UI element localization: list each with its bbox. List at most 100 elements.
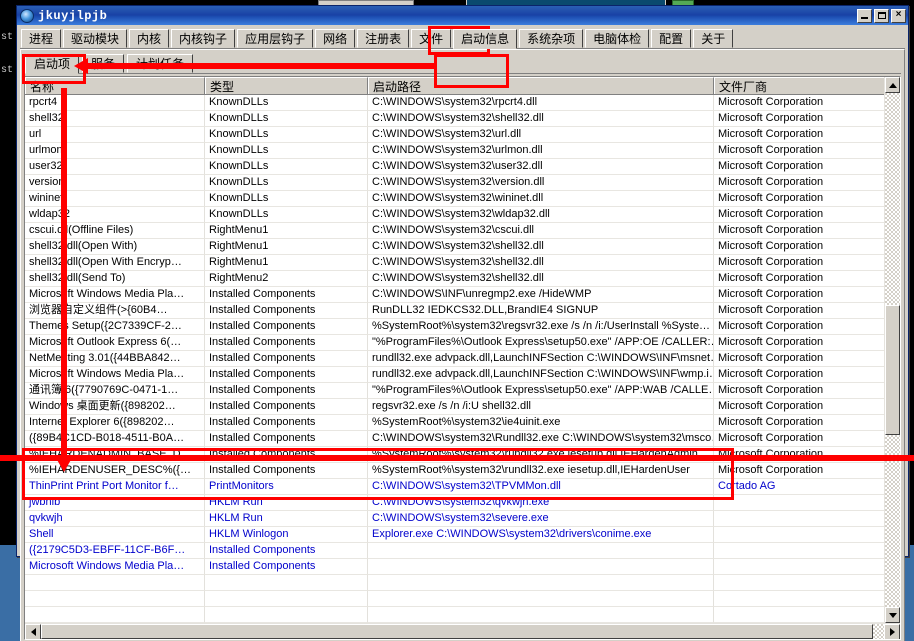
table-row[interactable]: jwbnlbHKLM RunC:\WINDOWS\system32\qvkwjh…	[25, 495, 884, 511]
subtab-0[interactable]: 启动项	[25, 54, 79, 74]
table-row[interactable]: NetMeeting 3.01({44BBA842…Installed Comp…	[25, 351, 884, 367]
subtab-1[interactable]: 服务	[82, 54, 124, 73]
tab-label: 电脑体检	[593, 33, 641, 45]
cell-path: C:\WINDOWS\system32\url.dll	[368, 127, 714, 143]
cell-empty	[25, 591, 205, 607]
table-row[interactable]: %IEHARDENUSER_DESC%({…Installed Componen…	[25, 463, 884, 479]
table-row[interactable]: Internet Explorer 6({898202…Installed Co…	[25, 415, 884, 431]
table-row[interactable]: qvkwjhHKLM RunC:\WINDOWS\system32\severe…	[25, 511, 884, 527]
table-row[interactable]: Microsoft Windows Media Pla…Installed Co…	[25, 287, 884, 303]
table-row[interactable]: 通讯簿 6({7790769C-0471-1…Installed Compone…	[25, 383, 884, 399]
cell-name: ThinPrint Print Port Monitor f…	[25, 479, 205, 495]
table-row[interactable]: Microsoft Windows Media Pla…Installed Co…	[25, 559, 884, 575]
tab-label: 配置	[659, 33, 683, 45]
vertical-scrollbar[interactable]	[884, 77, 900, 623]
subtab-2[interactable]: 计划任务	[127, 54, 193, 73]
desktop-text-2: st	[1, 65, 13, 76]
scroll-up-button[interactable]	[885, 77, 900, 93]
cell-name: rpcrt4	[25, 95, 205, 111]
cell-path: C:\WINDOWS\system32\urlmon.dll	[368, 143, 714, 159]
horizontal-scroll-thumb[interactable]	[41, 624, 873, 639]
table-row[interactable]: user32KnownDLLsC:\WINDOWS\system32\user3…	[25, 159, 884, 175]
cell-name: cscui.dll(Offline Files)	[25, 223, 205, 239]
cell-name: Microsoft Windows Media Pla…	[25, 287, 205, 303]
table-row[interactable]: cscui.dll(Offline Files)RightMenu1C:\WIN…	[25, 223, 884, 239]
tab-11[interactable]: 配置	[651, 29, 691, 48]
table-row[interactable]: Microsoft Outlook Express 6(…Installed C…	[25, 335, 884, 351]
tab-3[interactable]: 内核钩子	[171, 29, 235, 48]
cell-vendor: Microsoft Corporation	[714, 271, 884, 287]
title-bar[interactable]: jkuyjlpjb ×	[17, 6, 908, 25]
scroll-right-button[interactable]	[884, 624, 900, 640]
table-row[interactable]: versionKnownDLLsC:\WINDOWS\system32\vers…	[25, 175, 884, 191]
cell-name: Internet Explorer 6({898202…	[25, 415, 205, 431]
cell-path: C:\WINDOWS\INF\unregmp2.exe /HideWMP	[368, 287, 714, 303]
column-header-1[interactable]: 类型	[205, 77, 368, 94]
tab-label: 内核钩子	[179, 33, 227, 45]
table-row[interactable]: urlKnownDLLsC:\WINDOWS\system32\url.dllM…	[25, 127, 884, 143]
table-row[interactable]: ({89B4C1CD-B018-4511-B0A…Installed Compo…	[25, 431, 884, 447]
table-row[interactable]: shell32.dll(Open With Encryp…RightMenu1C…	[25, 255, 884, 271]
cell-name: urlmon	[25, 143, 205, 159]
tab-label: 应用层钩子	[245, 33, 305, 45]
table-row[interactable]: %IEHARDENADMIN_BASE_D…Installed Componen…	[25, 447, 884, 463]
table-row[interactable]: urlmonKnownDLLsC:\WINDOWS\system32\urlmo…	[25, 143, 884, 159]
tab-8[interactable]: 启动信息	[453, 29, 517, 49]
table-row[interactable]: ThinPrint Print Port Monitor f…PrintMoni…	[25, 479, 884, 495]
cell-empty	[25, 607, 205, 623]
tab-0[interactable]: 进程	[21, 29, 61, 48]
tab-label: 启动信息	[461, 33, 509, 45]
table-row[interactable]: shell32.dll(Send To)RightMenu2C:\WINDOWS…	[25, 271, 884, 287]
startup-info-panel: 启动项服务计划任务 名称类型启动路径文件厂商 rpcrt4KnownDLLsC:…	[20, 49, 905, 641]
table-row[interactable]: Themes Setup({2C7339CF-2…Installed Compo…	[25, 319, 884, 335]
tab-4[interactable]: 应用层钩子	[237, 29, 313, 48]
table-row[interactable]: 浏览器自定义组件(>{60B4…Installed ComponentsRunD…	[25, 303, 884, 319]
table-row[interactable]: Windows 桌面更新({898202…Installed Component…	[25, 399, 884, 415]
table-row[interactable]: ({2179C5D3-EBFF-11CF-B6F…Installed Compo…	[25, 543, 884, 559]
column-header-0[interactable]: 名称	[25, 77, 205, 94]
table-row[interactable]: shell32KnownDLLsC:\WINDOWS\system32\shel…	[25, 111, 884, 127]
table-row[interactable]: Microsoft Windows Media Pla…Installed Co…	[25, 367, 884, 383]
cell-path: %SystemRoot%\system32\ie4uinit.exe	[368, 415, 714, 431]
table-row[interactable]: wininetKnownDLLsC:\WINDOWS\system32\wini…	[25, 191, 884, 207]
cell-type: RightMenu1	[205, 255, 368, 271]
cell-empty	[368, 575, 714, 591]
cell-name: qvkwjh	[25, 511, 205, 527]
tab-9[interactable]: 系统杂项	[519, 29, 583, 48]
tab-2[interactable]: 内核	[129, 29, 169, 48]
vertical-scroll-thumb[interactable]	[885, 305, 900, 435]
scroll-down-button[interactable]	[885, 607, 900, 623]
table-row[interactable]: shell32.dll(Open With)RightMenu1C:\WINDO…	[25, 239, 884, 255]
maximize-button[interactable]	[874, 9, 889, 23]
tab-label: 网络	[323, 33, 347, 45]
cell-vendor: Microsoft Corporation	[714, 367, 884, 383]
tab-6[interactable]: 注册表	[357, 29, 409, 48]
cell-vendor: Microsoft Corporation	[714, 319, 884, 335]
vertical-scroll-track[interactable]	[885, 93, 900, 607]
table-row[interactable]: wldap32KnownDLLsC:\WINDOWS\system32\wlda…	[25, 207, 884, 223]
column-header-2[interactable]: 启动路径	[368, 77, 714, 94]
tab-12[interactable]: 关于	[693, 29, 733, 48]
table-row[interactable]: ShellHKLM WinlogonExplorer.exe C:\WINDOW…	[25, 527, 884, 543]
column-header-3[interactable]: 文件厂商	[714, 77, 895, 94]
tab-10[interactable]: 电脑体检	[585, 29, 649, 48]
cell-type: Installed Components	[205, 447, 368, 463]
table-row[interactable]: rpcrt4KnownDLLsC:\WINDOWS\system32\rpcrt…	[25, 95, 884, 111]
cell-path: C:\WINDOWS\system32\rpcrt4.dll	[368, 95, 714, 111]
cell-name: ({89B4C1CD-B018-4511-B0A…	[25, 431, 205, 447]
table-row-empty	[25, 607, 884, 623]
tab-5[interactable]: 网络	[315, 29, 355, 48]
close-icon: ×	[896, 10, 902, 20]
tab-7[interactable]: 文件	[411, 29, 451, 48]
cell-path: C:\WINDOWS\system32\shell32.dll	[368, 271, 714, 287]
horizontal-scroll-track[interactable]	[41, 624, 884, 639]
cell-path: C:\WINDOWS\system32\shell32.dll	[368, 111, 714, 127]
close-button[interactable]: ×	[891, 9, 906, 23]
startup-list-view[interactable]: 名称类型启动路径文件厂商 rpcrt4KnownDLLsC:\WINDOWS\s…	[24, 76, 901, 640]
cell-vendor: Microsoft Corporation	[714, 303, 884, 319]
cell-path: C:\WINDOWS\system32\wininet.dll	[368, 191, 714, 207]
scroll-left-button[interactable]	[25, 624, 41, 640]
minimize-button[interactable]	[857, 9, 872, 23]
horizontal-scrollbar[interactable]	[25, 623, 900, 639]
tab-1[interactable]: 驱动模块	[63, 29, 127, 48]
